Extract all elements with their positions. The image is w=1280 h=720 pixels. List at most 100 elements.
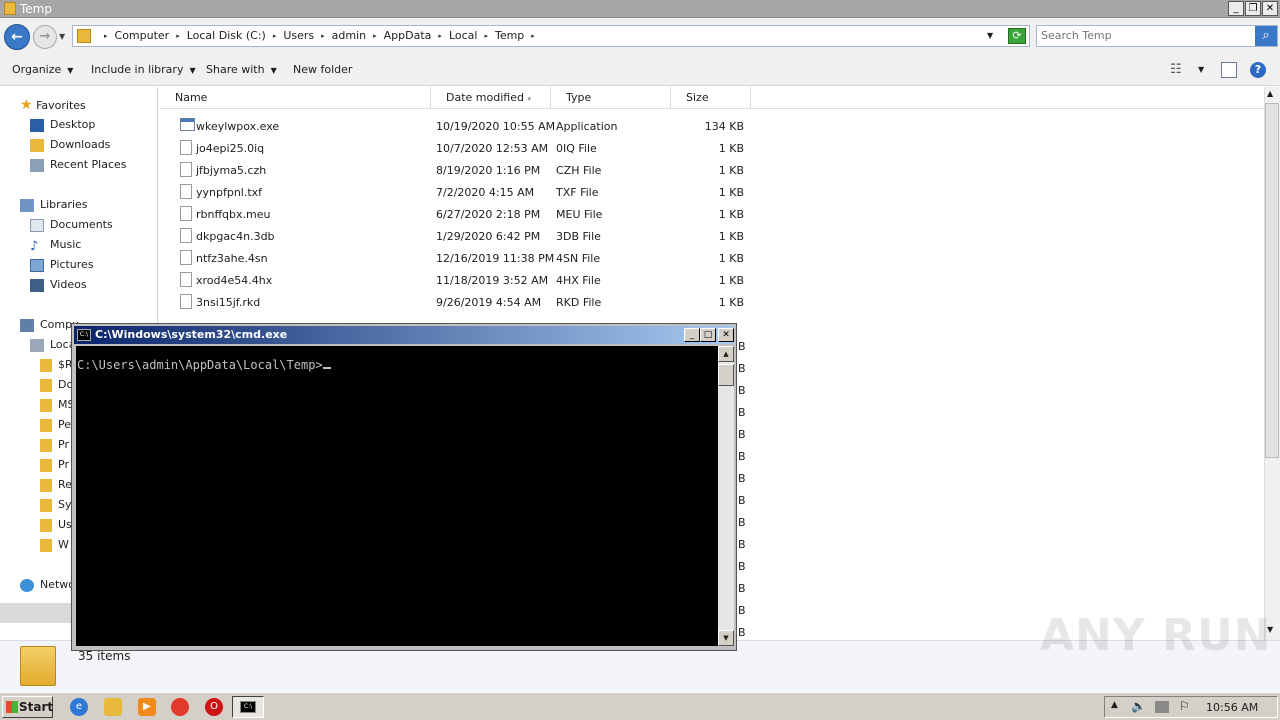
breadcrumb-separator-icon[interactable]: ▸: [316, 29, 330, 43]
show-hidden-icons-icon[interactable]: ▲: [1111, 700, 1118, 710]
breadcrumb-item[interactable]: AppData: [382, 29, 434, 43]
address-bar[interactable]: ▸ Computer ▸ Local Disk (C:) ▸ Users ▸ admin ▸ Ap…: [72, 25, 1030, 47]
file-row[interactable]: wkeylwpox.exe 10/19/2020 10:55 AM Applicat…: [160, 115, 760, 137]
music-icon: ♪: [30, 238, 39, 254]
breadcrumb-separator-icon[interactable]: ▸: [268, 29, 282, 43]
cmd-console[interactable]: C:\Users\admin\AppData\Local\Temp>: [76, 346, 718, 646]
file-row[interactable]: xrod4e54.4hx 11/18/2019 3:52 AM 4HX File 1 …: [160, 269, 760, 291]
breadcrumb-item[interactable]: Temp: [493, 29, 526, 43]
refresh-icon[interactable]: ⟳: [1008, 28, 1026, 44]
cmd-scrollbar[interactable]: ▲ ▼: [718, 346, 734, 646]
explorer-taskbar-icon[interactable]: [104, 698, 122, 716]
breadcrumb-item[interactable]: admin: [330, 29, 368, 43]
search-input[interactable]: [1041, 29, 1251, 42]
internet-explorer-icon[interactable]: e: [70, 698, 88, 716]
nav-music[interactable]: ♪ Music: [30, 238, 81, 254]
nav-subfolder[interactable]: $R: [40, 358, 73, 372]
cmd-prompt: C:\Users\admin\AppData\Local\Temp>: [77, 358, 331, 372]
clock[interactable]: 10:56 AM: [1206, 701, 1258, 714]
file-date: 7/2/2020 4:15 AM: [436, 186, 535, 199]
nav-subfolder[interactable]: Re: [40, 478, 72, 492]
minimize-button[interactable]: _: [1228, 1, 1244, 16]
nav-subfolder[interactable]: W: [40, 538, 69, 552]
cmd-window[interactable]: C:\ C:\Windows\system32\cmd.exe _ □ ✕ C:…: [71, 323, 737, 651]
cmd-titlebar[interactable]: C:\ C:\Windows\system32\cmd.exe _ □ ✕: [74, 326, 734, 344]
scrollbar-thumb[interactable]: [1265, 103, 1279, 458]
nav-desktop[interactable]: Desktop: [30, 118, 95, 132]
chrome-icon[interactable]: [171, 698, 189, 716]
cmd-minimize-button[interactable]: _: [684, 328, 700, 342]
breadcrumb-separator-icon[interactable]: ▸: [99, 29, 113, 43]
restore-button[interactable]: ❐: [1245, 1, 1261, 16]
back-button[interactable]: ←: [4, 24, 30, 50]
file-row[interactable]: ntfz3ahe.4sn 12/16/2019 11:38 PM 4SN File 1…: [160, 247, 760, 269]
scroll-down-icon[interactable]: ▼: [718, 630, 734, 646]
search-icon[interactable]: ⌕: [1255, 26, 1277, 46]
nav-subfolder[interactable]: Do: [40, 378, 73, 392]
nav-videos[interactable]: Videos: [30, 278, 87, 292]
view-options-icon[interactable]: ☷: [1170, 62, 1186, 78]
column-name[interactable]: Name: [160, 87, 431, 109]
media-player-icon[interactable]: ▶: [138, 698, 156, 716]
column-size[interactable]: Size: [671, 87, 751, 109]
breadcrumb-separator-icon[interactable]: ▸: [368, 29, 382, 43]
recent-pages-dropdown[interactable]: ▼: [59, 32, 65, 41]
nav-pictures[interactable]: Pictures: [30, 258, 94, 272]
file-row[interactable]: rbnffqbx.meu 6/27/2020 2:18 PM MEU File 1 K…: [160, 203, 760, 225]
organize-button[interactable]: Organize ▼: [12, 63, 73, 76]
breadcrumb-separator-icon[interactable]: ▸: [433, 29, 447, 43]
breadcrumb-separator-icon[interactable]: ▸: [479, 29, 493, 43]
file-row[interactable]: dkpgac4n.3db 1/29/2020 6:42 PM 3DB File 1 K…: [160, 225, 760, 247]
scroll-up-icon[interactable]: ▲: [1267, 89, 1273, 98]
nav-favorites[interactable]: ★ Favorites: [20, 97, 86, 113]
nav-network[interactable]: Netwo: [20, 578, 75, 592]
nav-downloads[interactable]: Downloads: [30, 138, 110, 152]
taskbar: Start e ▶ O C:\ ▲ 🔈 ⚐ 10:56 AM: [0, 692, 1280, 720]
nav-subfolder[interactable]: Pr: [40, 458, 69, 472]
breadcrumb-item[interactable]: Computer: [113, 29, 172, 43]
cmd-maximize-button[interactable]: □: [700, 328, 716, 342]
breadcrumb-item[interactable]: Users: [281, 29, 316, 43]
file-row[interactable]: jfbjyma5.czh 8/19/2020 1:16 PM CZH File 1 K…: [160, 159, 760, 181]
nav-subfolder[interactable]: Pr: [40, 438, 69, 452]
search-box[interactable]: ⌕: [1036, 25, 1278, 47]
nav-documents[interactable]: Documents: [30, 218, 113, 232]
action-center-flag-icon[interactable]: ⚐: [1179, 699, 1190, 713]
videos-icon: [30, 278, 44, 292]
forward-button[interactable]: →: [33, 25, 57, 49]
start-button[interactable]: Start: [2, 696, 53, 718]
help-icon[interactable]: ?: [1250, 62, 1266, 78]
scroll-up-icon[interactable]: ▲: [718, 346, 734, 362]
close-button[interactable]: ✕: [1262, 1, 1278, 16]
file-type: Application: [556, 120, 618, 133]
preview-pane-icon[interactable]: [1221, 62, 1237, 78]
new-folder-button[interactable]: New folder: [293, 63, 352, 76]
locked-folder-icon: [40, 358, 52, 372]
column-date-modified[interactable]: Date modified ▾: [431, 87, 551, 109]
nav-subfolder[interactable]: Sy: [40, 498, 72, 512]
breadcrumb-separator-icon[interactable]: ▸: [526, 29, 540, 43]
breadcrumb-item[interactable]: Local: [447, 29, 480, 43]
nav-local-disk[interactable]: Loca: [30, 338, 75, 352]
address-dropdown[interactable]: ▼: [987, 31, 993, 40]
file-row[interactable]: 3nsi15jf.rkd 9/26/2019 4:54 AM RKD File 1 K…: [160, 291, 760, 313]
include-in-library-button[interactable]: Include in library ▼: [91, 63, 196, 76]
cmd-scroll-thumb[interactable]: [718, 364, 734, 386]
file-row[interactable]: jo4epi25.0iq 10/7/2020 12:53 AM 0IQ File 1 …: [160, 137, 760, 159]
cmd-close-button[interactable]: ✕: [718, 328, 734, 342]
nav-recent-places[interactable]: Recent Places: [30, 158, 127, 172]
view-dropdown[interactable]: ▼: [1198, 65, 1204, 74]
breadcrumb-item[interactable]: Local Disk (C:): [185, 29, 268, 43]
nav-subfolder[interactable]: Pe: [40, 418, 71, 432]
share-with-button[interactable]: Share with ▼: [206, 63, 277, 76]
nav-subfolder[interactable]: MS: [40, 398, 74, 412]
file-row[interactable]: yynpfpnl.txf 7/2/2020 4:15 AM TXF File 1 KB: [160, 181, 760, 203]
network-tray-icon[interactable]: [1155, 701, 1169, 713]
opera-icon[interactable]: O: [205, 698, 223, 716]
nav-subfolder[interactable]: Us: [40, 518, 72, 532]
breadcrumb-separator-icon[interactable]: ▸: [171, 29, 185, 43]
volume-icon[interactable]: 🔈: [1131, 699, 1146, 713]
cmd-taskbar-button[interactable]: C:\: [232, 696, 264, 718]
nav-libraries[interactable]: Libraries: [20, 198, 88, 212]
column-type[interactable]: Type: [551, 87, 671, 109]
